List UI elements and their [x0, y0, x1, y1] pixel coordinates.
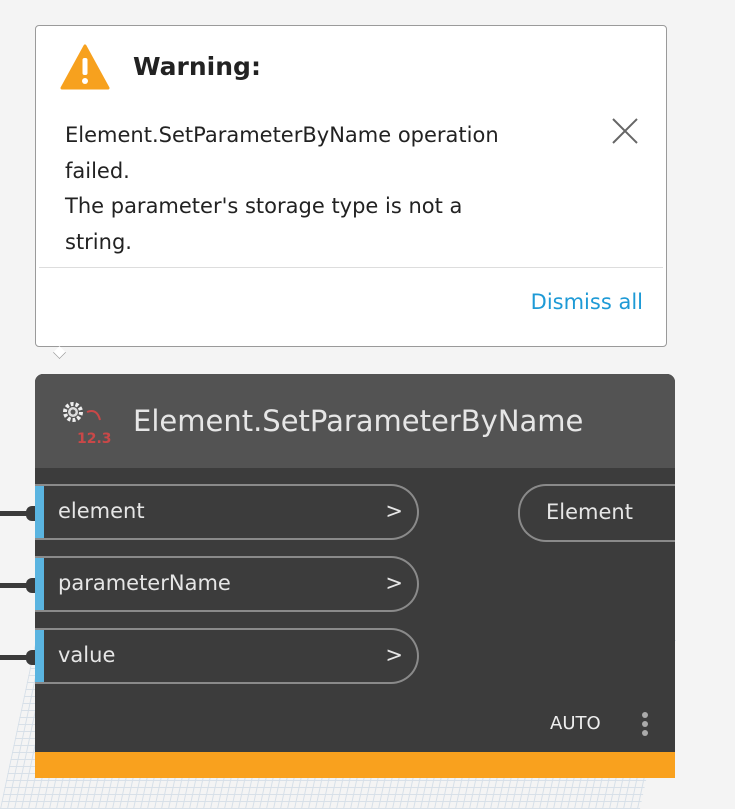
chevron-right-icon: > — [385, 499, 403, 523]
input-port-value[interactable]: value > — [35, 628, 419, 684]
warning-message: Element.SetParameterByName operation fai… — [65, 118, 585, 260]
input-wire — [0, 578, 38, 593]
dismiss-all-button[interactable]: Dismiss all — [531, 290, 643, 314]
chevron-right-icon: > — [385, 643, 403, 667]
warning-title: Warning: — [133, 52, 261, 81]
more-options-icon[interactable] — [638, 709, 652, 741]
port-indicator — [35, 486, 44, 538]
node-title: Element.SetParameterByName — [133, 404, 584, 438]
warning-line: string. — [65, 229, 132, 254]
svg-text:12.3: 12.3 — [77, 431, 112, 447]
warning-triangle-icon — [60, 44, 110, 90]
port-label: Element — [546, 500, 633, 524]
port-indicator — [35, 630, 44, 682]
warning-line: The parameter's storage type is not a — [65, 194, 463, 218]
gear-number-icon: 12.3 — [63, 402, 112, 447]
input-wire — [0, 506, 38, 521]
warning-line: failed. — [65, 158, 130, 183]
output-port-element[interactable]: Element — [518, 484, 675, 542]
port-label: element — [58, 499, 145, 523]
popup-pointer — [53, 346, 66, 359]
divider — [39, 267, 663, 268]
warning-popup: Warning: Element.SetParameterByName oper… — [35, 25, 667, 347]
port-label: value — [58, 643, 116, 667]
warning-status-bar — [35, 752, 675, 778]
input-wire — [0, 650, 38, 665]
input-port-parametername[interactable]: parameterName > — [35, 556, 419, 612]
warning-line: Element.SetParameterByName operation — [65, 123, 499, 147]
chevron-right-icon: > — [385, 571, 403, 595]
node-element-setparameterbyname[interactable]: 12.3 Element.SetParameterByName element … — [35, 374, 675, 778]
port-indicator — [35, 558, 44, 610]
node-header[interactable]: 12.3 Element.SetParameterByName — [35, 374, 675, 468]
lacing-label[interactable]: AUTO — [550, 713, 601, 734]
close-icon[interactable] — [610, 116, 640, 146]
port-label: parameterName — [58, 571, 231, 595]
input-port-element[interactable]: element > — [35, 484, 419, 540]
